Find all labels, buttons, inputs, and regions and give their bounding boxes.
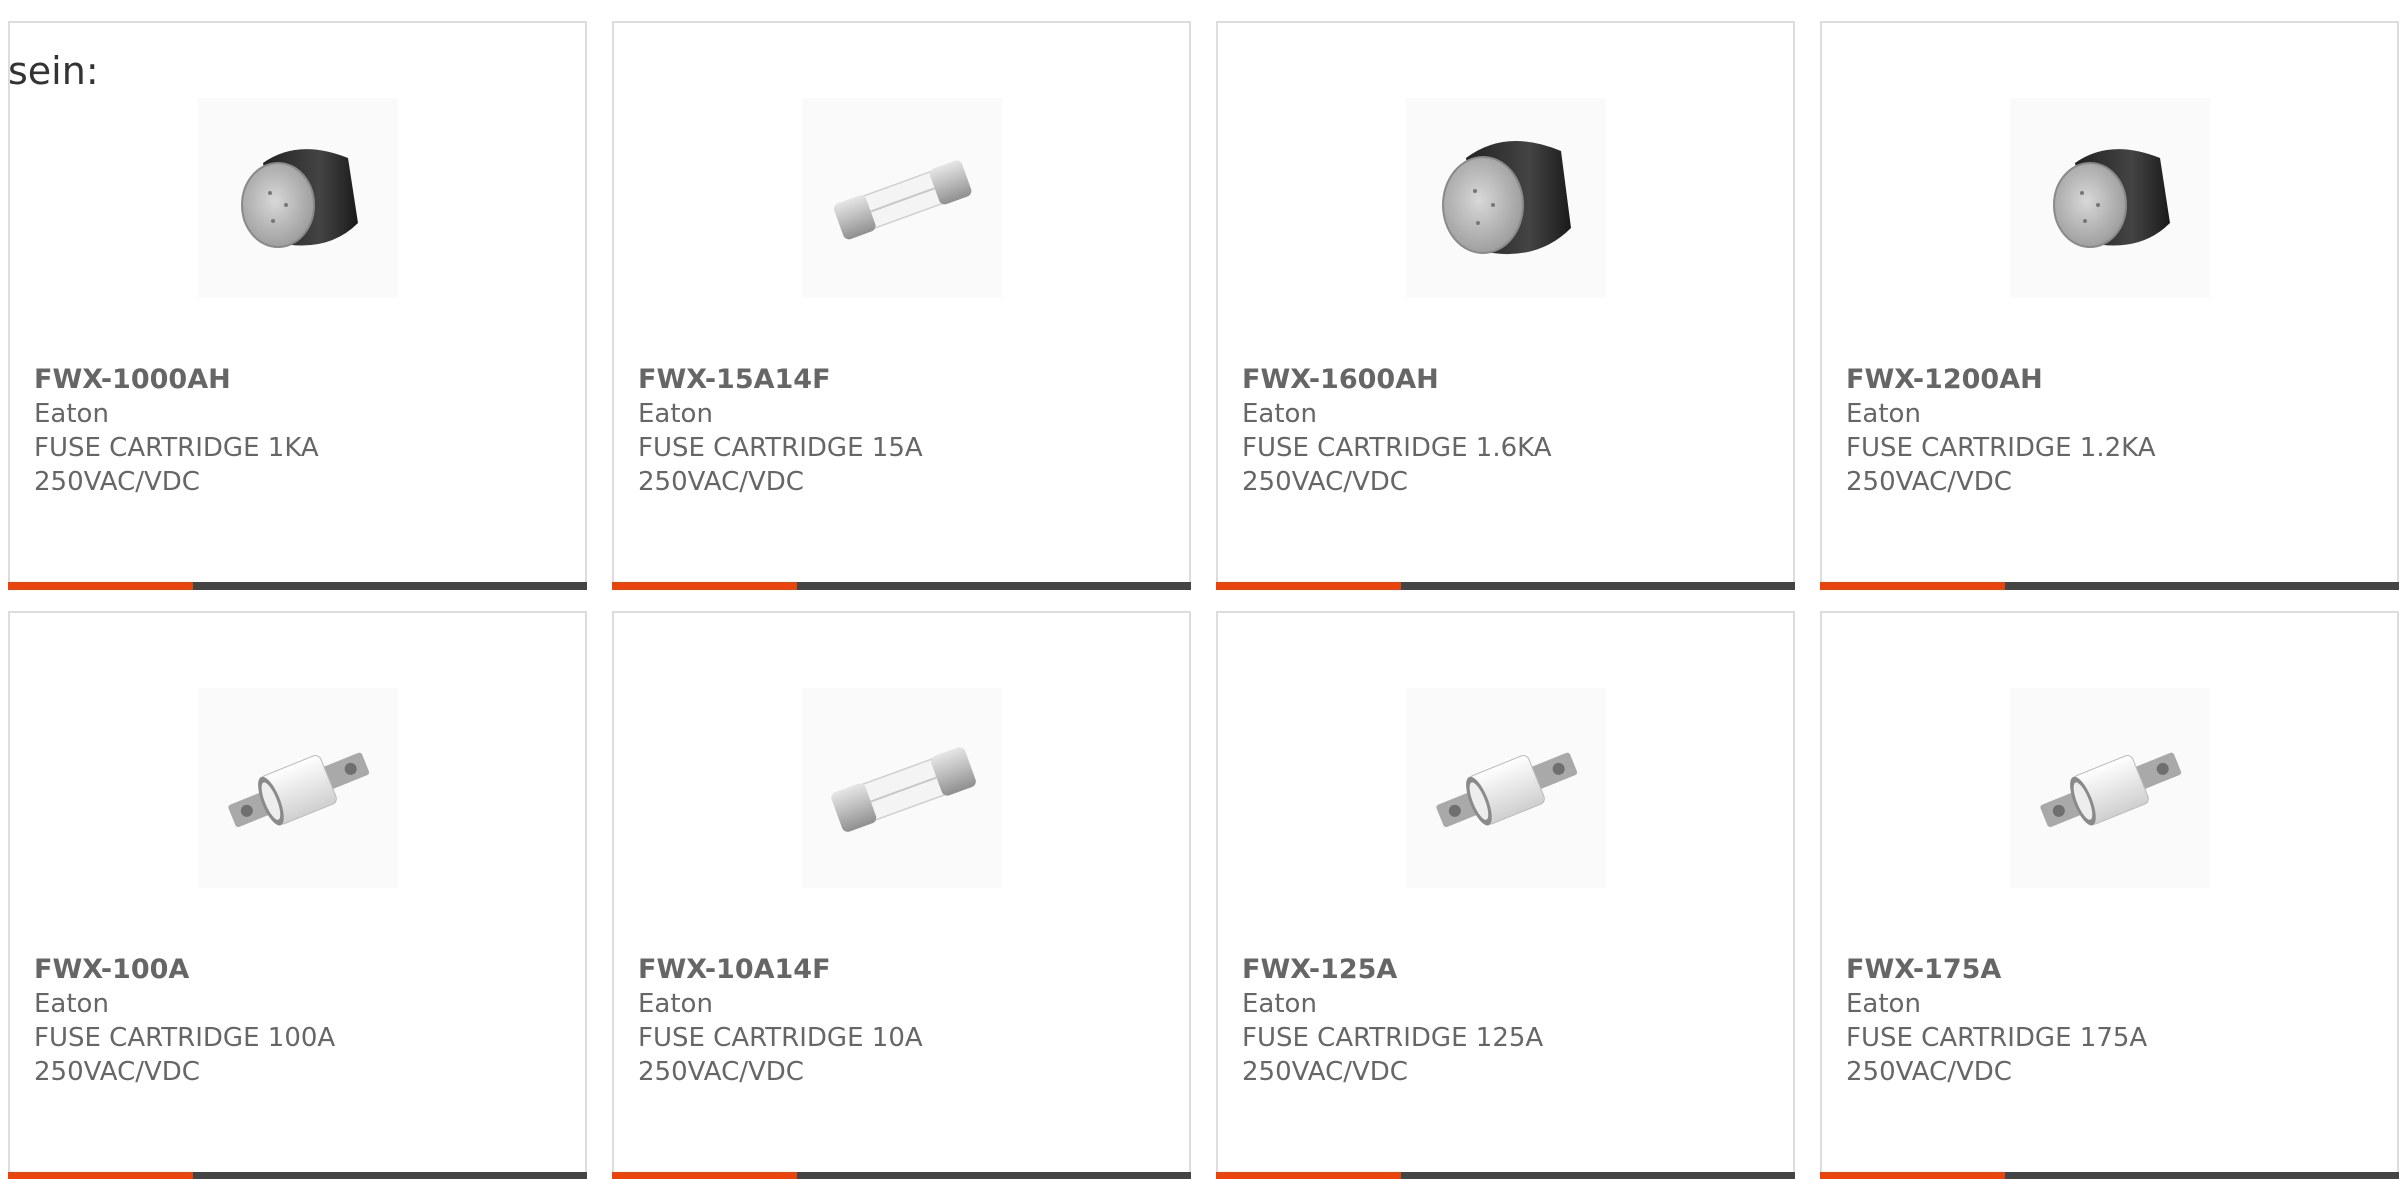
- card-accent-highlight: [612, 1172, 797, 1179]
- bolt-fuse-icon[interactable]: [197, 688, 398, 888]
- brand-name: Eaton: [1242, 989, 1317, 1019]
- card-accent-bar: [8, 582, 587, 590]
- product-description: FUSE CARTRIDGE 1.6KA: [1242, 433, 1552, 463]
- product-info: FWX-10A14F Eaton FUSE CARTRIDGE 10A 250V…: [638, 953, 1169, 1089]
- product-listing-page: sein: FWX-1000AH Eaton FUSE CARTRIDGE 1K…: [0, 0, 2400, 1179]
- product-card[interactable]: FWX-10A14F Eaton FUSE CARTRIDGE 10A 250V…: [612, 611, 1191, 1179]
- product-info: FWX-100A Eaton FUSE CARTRIDGE 100A 250VA…: [34, 953, 565, 1089]
- brand-name: Eaton: [34, 399, 109, 429]
- part-number[interactable]: FWX-10A14F: [638, 953, 1169, 987]
- card-accent-highlight: [612, 582, 797, 590]
- product-grid: FWX-1000AH Eaton FUSE CARTRIDGE 1KA 250V…: [8, 21, 2399, 1179]
- part-number[interactable]: FWX-125A: [1242, 953, 1773, 987]
- product-card[interactable]: FWX-125A Eaton FUSE CARTRIDGE 125A 250VA…: [1216, 611, 1795, 1179]
- product-description: FUSE CARTRIDGE 1KA: [34, 433, 319, 463]
- card-accent-bar: [1216, 582, 1795, 590]
- round-fuse-icon[interactable]: [1405, 98, 1606, 298]
- product-card[interactable]: FWX-100A Eaton FUSE CARTRIDGE 100A 250VA…: [8, 611, 587, 1179]
- product-card[interactable]: FWX-1200AH Eaton FUSE CARTRIDGE 1.2KA 25…: [1820, 21, 2399, 590]
- card-accent-bar: [1216, 1172, 1795, 1179]
- part-number[interactable]: FWX-100A: [34, 953, 565, 987]
- bolt-fuse-icon[interactable]: [1405, 688, 1606, 888]
- brand-name: Eaton: [1846, 989, 1921, 1019]
- product-card[interactable]: FWX-1600AH Eaton FUSE CARTRIDGE 1.6KA 25…: [1216, 21, 1795, 590]
- brand-name: Eaton: [1846, 399, 1921, 429]
- product-description: FUSE CARTRIDGE 125A: [1242, 1023, 1544, 1053]
- product-card[interactable]: FWX-15A14F Eaton FUSE CARTRIDGE 15A 250V…: [612, 21, 1191, 590]
- round-fuse-icon[interactable]: [197, 98, 398, 298]
- product-card[interactable]: FWX-1000AH Eaton FUSE CARTRIDGE 1KA 250V…: [8, 21, 587, 590]
- glass-tube-fuse-icon[interactable]: [801, 688, 1002, 888]
- intro-text: sein:: [8, 49, 99, 93]
- product-description: FUSE CARTRIDGE 10A: [638, 1023, 923, 1053]
- product-rating: 250VAC/VDC: [1846, 467, 2012, 497]
- product-rating: 250VAC/VDC: [1242, 467, 1408, 497]
- part-number[interactable]: FWX-15A14F: [638, 363, 1169, 397]
- product-description: FUSE CARTRIDGE 175A: [1846, 1023, 2148, 1053]
- card-accent-bar: [1820, 1172, 2399, 1179]
- part-number[interactable]: FWX-1000AH: [34, 363, 565, 397]
- card-accent-highlight: [8, 582, 193, 590]
- card-accent-bar: [612, 582, 1191, 590]
- product-card[interactable]: FWX-175A Eaton FUSE CARTRIDGE 175A 250VA…: [1820, 611, 2399, 1179]
- product-rating: 250VAC/VDC: [638, 467, 804, 497]
- product-rating: 250VAC/VDC: [638, 1057, 804, 1087]
- product-rating: 250VAC/VDC: [34, 467, 200, 497]
- part-number[interactable]: FWX-1600AH: [1242, 363, 1773, 397]
- product-info: FWX-15A14F Eaton FUSE CARTRIDGE 15A 250V…: [638, 363, 1169, 499]
- product-info: FWX-1600AH Eaton FUSE CARTRIDGE 1.6KA 25…: [1242, 363, 1773, 499]
- card-accent-highlight: [1216, 582, 1401, 590]
- part-number[interactable]: FWX-175A: [1846, 953, 2377, 987]
- brand-name: Eaton: [1242, 399, 1317, 429]
- product-description: FUSE CARTRIDGE 100A: [34, 1023, 336, 1053]
- brand-name: Eaton: [638, 989, 713, 1019]
- product-info: FWX-125A Eaton FUSE CARTRIDGE 125A 250VA…: [1242, 953, 1773, 1089]
- bolt-fuse-icon[interactable]: [2009, 688, 2210, 888]
- card-accent-highlight: [8, 1172, 193, 1179]
- product-rating: 250VAC/VDC: [34, 1057, 200, 1087]
- product-rating: 250VAC/VDC: [1242, 1057, 1408, 1087]
- product-info: FWX-1200AH Eaton FUSE CARTRIDGE 1.2KA 25…: [1846, 363, 2377, 499]
- brand-name: Eaton: [34, 989, 109, 1019]
- product-rating: 250VAC/VDC: [1846, 1057, 2012, 1087]
- card-accent-bar: [8, 1172, 587, 1179]
- card-accent-bar: [612, 1172, 1191, 1179]
- card-accent-highlight: [1820, 582, 2005, 590]
- round-fuse-icon[interactable]: [2009, 98, 2210, 298]
- product-description: FUSE CARTRIDGE 1.2KA: [1846, 433, 2156, 463]
- part-number[interactable]: FWX-1200AH: [1846, 363, 2377, 397]
- card-accent-highlight: [1820, 1172, 2005, 1179]
- glass-tube-fuse-icon[interactable]: [801, 98, 1002, 298]
- product-info: FWX-1000AH Eaton FUSE CARTRIDGE 1KA 250V…: [34, 363, 565, 499]
- product-info: FWX-175A Eaton FUSE CARTRIDGE 175A 250VA…: [1846, 953, 2377, 1089]
- brand-name: Eaton: [638, 399, 713, 429]
- card-accent-bar: [1820, 582, 2399, 590]
- product-description: FUSE CARTRIDGE 15A: [638, 433, 923, 463]
- card-accent-highlight: [1216, 1172, 1401, 1179]
